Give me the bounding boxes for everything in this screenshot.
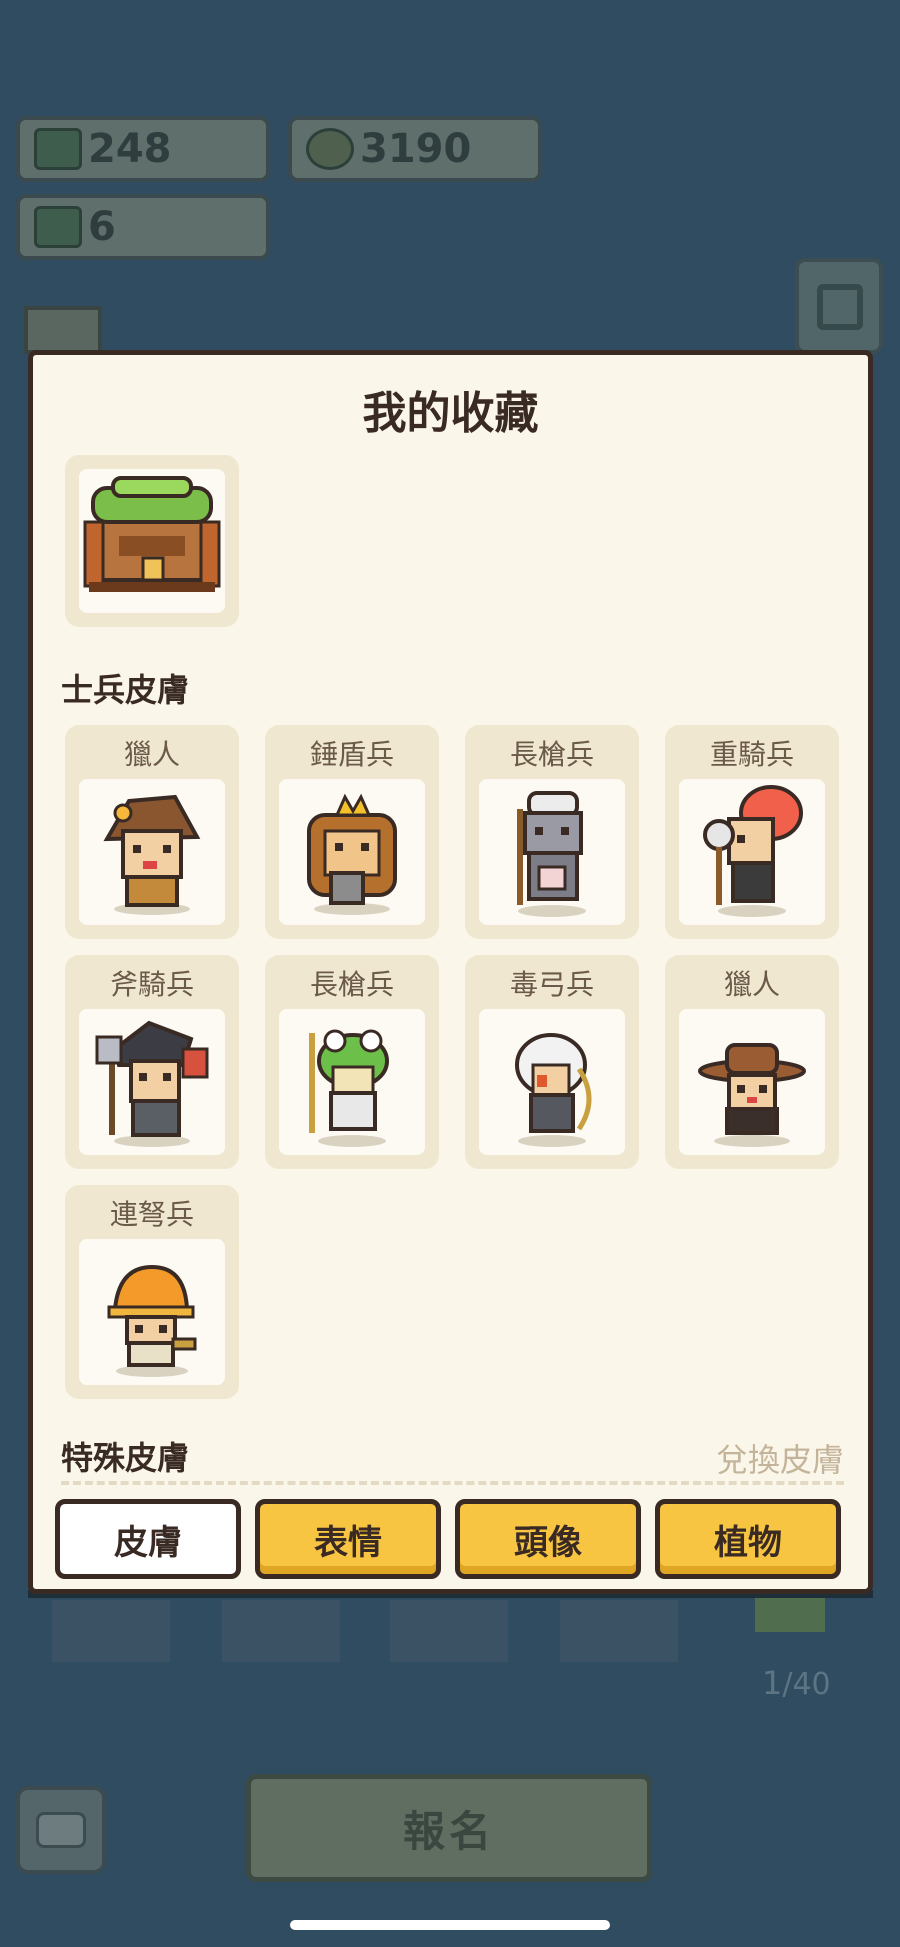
settings-button[interactable] — [795, 258, 883, 354]
chat-bubble-icon — [36, 1812, 86, 1848]
skin-card[interactable]: 獵人 — [665, 955, 839, 1169]
skin-card[interactable]: 長槍兵 — [265, 955, 439, 1169]
tower-icon — [24, 306, 102, 354]
hunter-cowboy-sprite — [698, 1043, 806, 1147]
resource-coins: 3190 — [288, 116, 542, 182]
heavy-cavalry-red-hair-sprite — [703, 785, 803, 917]
page-counter: 1/40 — [762, 1664, 831, 1702]
tab-avatars[interactable]: 頭像 — [455, 1499, 641, 1579]
tab-emotes[interactable]: 表情 — [255, 1499, 441, 1579]
skin-name: 長槍兵 — [309, 968, 394, 1001]
signup-button[interactable]: 報名 — [246, 1774, 652, 1882]
home-indicator[interactable] — [290, 1920, 610, 1930]
collection-modal: 我的收藏 士兵皮膚 獵人 錘盾兵 長槍兵 重騎兵 斧騎兵 長槍兵 毒弓兵 獵人 … — [28, 350, 873, 1594]
exchange-skins-link[interactable]: 兌換皮膚 — [716, 1435, 844, 1481]
special-skins-label: 特殊皮膚 — [61, 1439, 190, 1477]
resource-scrolls: 6 — [16, 194, 270, 260]
skin-name: 重騎兵 — [709, 738, 794, 771]
tab-plants[interactable]: 植物 — [655, 1499, 841, 1579]
green-roof-house-icon — [83, 476, 221, 592]
skin-name: 獵人 — [723, 968, 780, 1001]
coin-icon — [306, 128, 354, 170]
skin-card[interactable]: 斧騎兵 — [65, 955, 239, 1169]
poison-archer-white-hair-sprite — [515, 1033, 592, 1147]
axe-cavalry-sprite — [95, 1020, 209, 1147]
crossbowman-hardhat-sprite — [107, 1264, 197, 1377]
tab-skins[interactable]: 皮膚 — [55, 1499, 241, 1579]
scroll-icon — [34, 206, 82, 248]
hunter-brown-hat-sprite — [103, 794, 201, 915]
bg-slot — [52, 1600, 170, 1662]
skin-card[interactable]: 長槍兵 — [465, 725, 639, 939]
skin-name: 斧騎兵 — [109, 968, 194, 1001]
skin-card[interactable]: 連弩兵 — [65, 1185, 239, 1399]
base-skin-card[interactable] — [65, 455, 239, 627]
skin-name: 連弩兵 — [109, 1198, 194, 1231]
skin-name: 錘盾兵 — [309, 738, 394, 771]
soldier-skins-label: 士兵皮膚 — [61, 671, 190, 709]
bg-slot — [560, 1600, 678, 1662]
modal-title: 我的收藏 — [362, 388, 539, 439]
spearman-chef-sprite — [517, 791, 586, 917]
bg-plant — [755, 1596, 825, 1632]
skin-name: 獵人 — [123, 738, 180, 771]
skin-name: 長槍兵 — [509, 738, 594, 771]
skin-name: 毒弓兵 — [509, 968, 594, 1001]
resource-helmets: 248 — [16, 116, 270, 182]
bg-slot — [222, 1600, 340, 1662]
skin-card[interactable]: 錘盾兵 — [265, 725, 439, 939]
spearman-frog-sprite — [309, 1029, 389, 1147]
collection-tabs: 皮膚 表情 頭像 植物 — [55, 1499, 855, 1581]
chat-button[interactable] — [16, 1786, 106, 1874]
skin-card[interactable]: 毒弓兵 — [465, 955, 639, 1169]
skin-card[interactable]: 重騎兵 — [665, 725, 839, 939]
resource-helmets-value: 248 — [88, 126, 172, 172]
skin-card[interactable]: 獵人 — [65, 725, 239, 939]
gear-icon — [817, 284, 863, 330]
helmet-icon — [34, 128, 82, 170]
bg-slot — [390, 1600, 508, 1662]
hammer-shield-lion-sprite — [307, 793, 397, 915]
resource-scrolls-value: 6 — [88, 204, 116, 250]
resource-coins-value: 3190 — [360, 126, 472, 172]
section-divider — [61, 1481, 844, 1485]
